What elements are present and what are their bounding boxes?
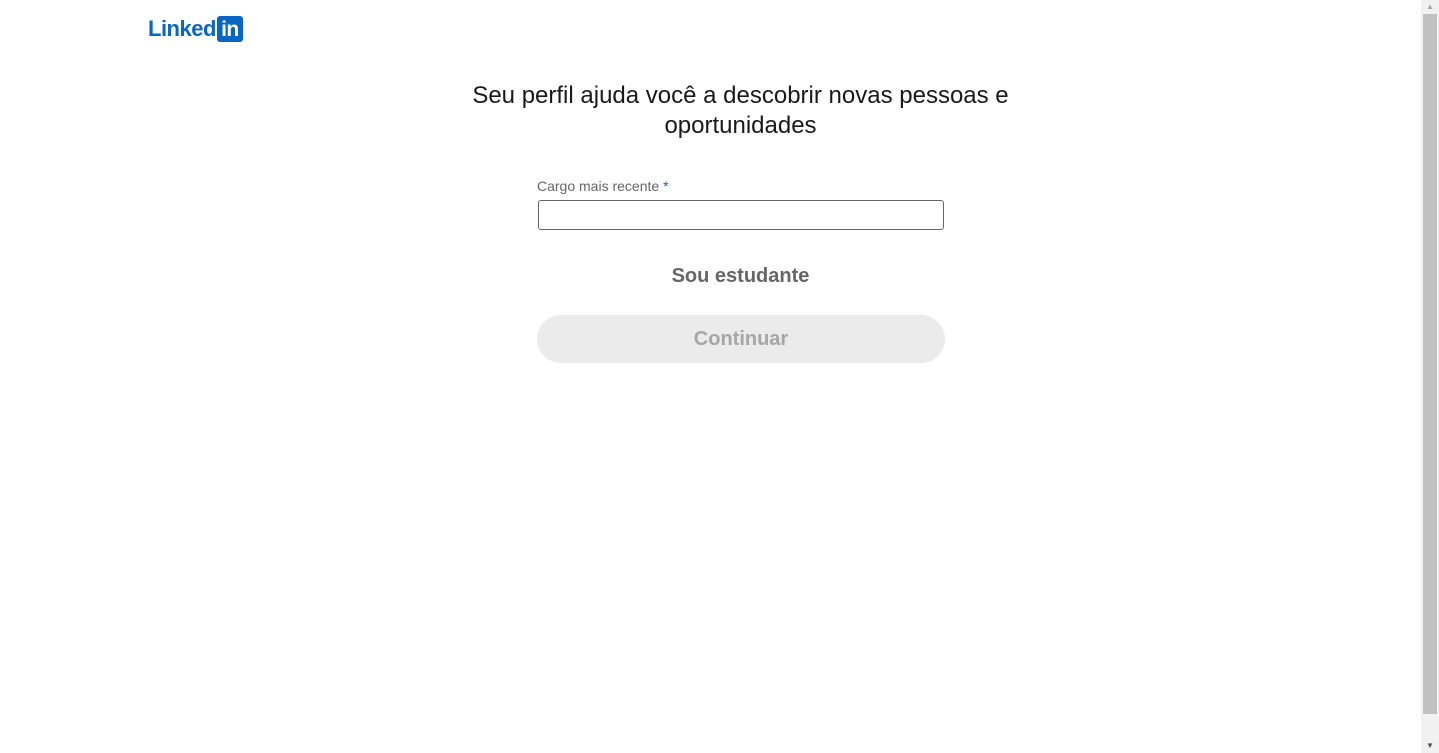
- student-toggle-button[interactable]: Sou estudante: [537, 262, 944, 290]
- logo-in-box: in: [216, 16, 243, 42]
- page: Linked in Seu perfil ajuda você a descob…: [0, 0, 1439, 753]
- page-title: Seu perfil ajuda você a descobrir novas …: [472, 82, 1009, 139]
- linkedin-logo[interactable]: Linked in: [148, 16, 243, 42]
- required-marker: *: [663, 178, 669, 194]
- scroll-up-arrow-icon[interactable]: ▲: [1421, 0, 1439, 14]
- scroll-thumb[interactable]: [1423, 14, 1437, 714]
- job-title-label-text: Cargo mais recente: [537, 178, 660, 194]
- vertical-scrollbar[interactable]: ▲ ▼: [1421, 0, 1439, 753]
- logo-wordmark: Linked: [148, 16, 216, 41]
- job-title-label: Cargo mais recente *: [537, 177, 669, 195]
- continue-button[interactable]: Continuar: [537, 315, 945, 363]
- scroll-down-arrow-icon[interactable]: ▼: [1421, 739, 1439, 753]
- job-title-input[interactable]: [538, 200, 944, 230]
